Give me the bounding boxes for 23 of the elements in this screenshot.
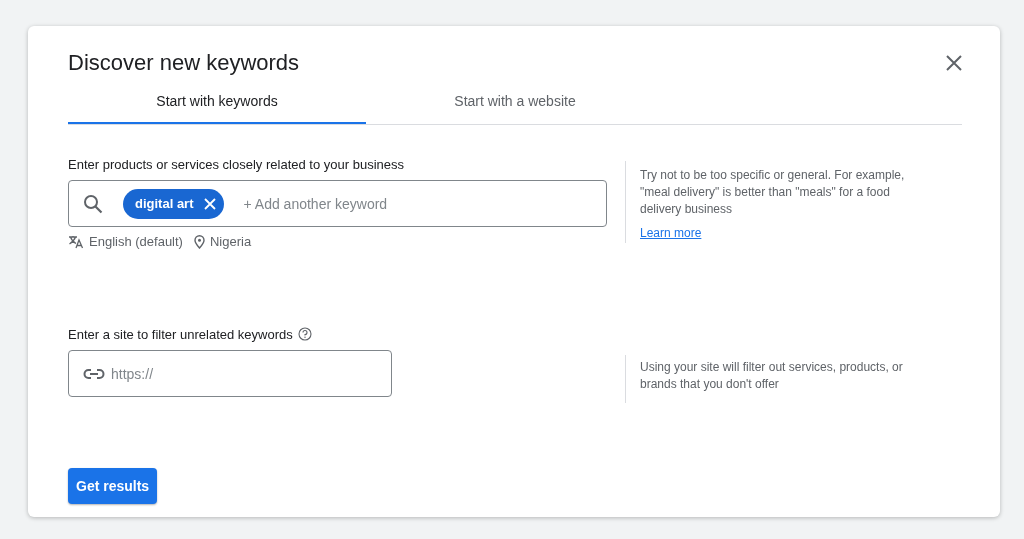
field-label: Enter products or services closely related to your business: [68, 157, 405, 172]
location-pin-icon: [193, 234, 205, 249]
tab[interactable]: Start with keywords: [68, 80, 366, 124]
search-icon: [83, 193, 103, 214]
keyword-input-field[interactable]: digital art + Add another keyword: [68, 180, 607, 227]
help-icon[interactable]: [297, 327, 312, 341]
placeholder-text: https://: [111, 365, 154, 382]
hint-text: Using your site will filter out services, products, or brands that you don't offer: [640, 359, 904, 393]
remove-icon[interactable]: [203, 197, 216, 210]
learn-more-link[interactable]: Learn more: [640, 226, 702, 240]
location-label[interactable]: Nigeria: [209, 234, 252, 249]
translate-icon: [68, 234, 84, 249]
link-icon: [83, 367, 105, 380]
field-label: Enter a site to filter unrelated keywords: [68, 327, 293, 342]
keyword-chip[interactable]: digital art: [123, 188, 224, 219]
tab[interactable]: Start with a website: [366, 80, 664, 124]
website-input-field[interactable]: https://: [68, 350, 392, 397]
dialog-title: Discover new keywords: [68, 50, 300, 76]
placeholder-text: + Add another keyword: [243, 195, 388, 212]
language-label[interactable]: English (default): [89, 234, 183, 249]
close-icon[interactable]: [946, 55, 962, 71]
get-results-button[interactable]: Get results: [68, 468, 158, 504]
hint-text: Try not to be too specific or general. For example, "meal delivery" is better than "meals" for a food delivery business: [640, 167, 906, 218]
